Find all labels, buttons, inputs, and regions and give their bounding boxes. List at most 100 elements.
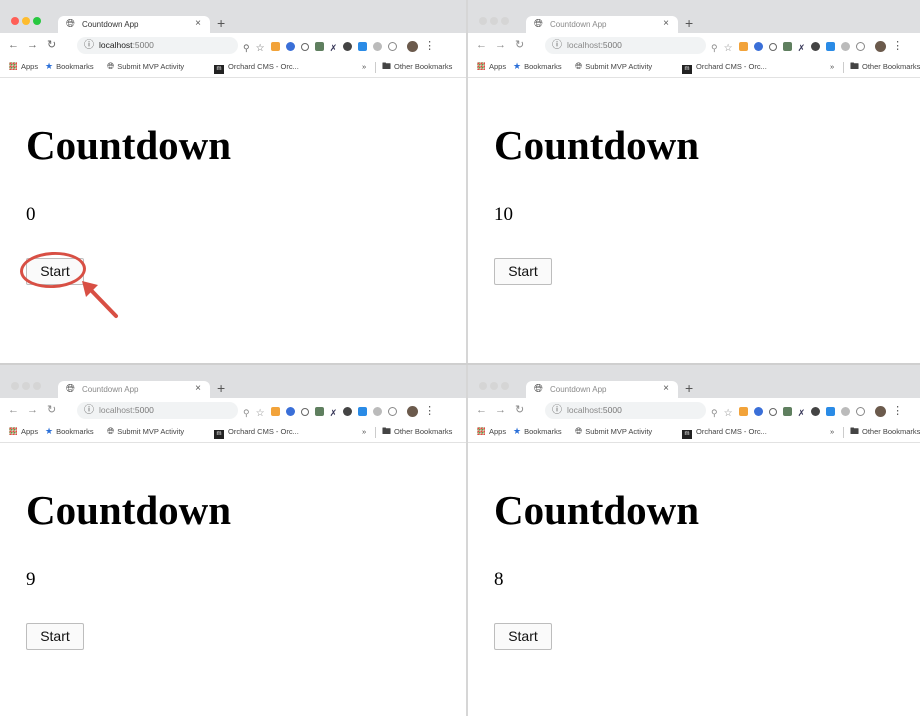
- more-menu-icon[interactable]: ⋮: [892, 40, 903, 53]
- close-icon[interactable]: ×: [663, 383, 669, 395]
- extension-icon[interactable]: [856, 42, 866, 52]
- extension-icon[interactable]: [358, 42, 368, 52]
- browser-tab[interactable]: 🌐︎ Countdown App ×: [58, 381, 210, 398]
- browser-tab[interactable]: 🌐︎ Countdown App ×: [526, 16, 678, 33]
- star-icon[interactable]: ☆: [256, 407, 265, 420]
- bookmark-orchard[interactable]: m Orchard CMS - Orc...: [214, 426, 299, 439]
- start-button[interactable]: Start: [494, 258, 552, 285]
- extension-icon[interactable]: [841, 407, 851, 417]
- extension-icon[interactable]: [753, 407, 763, 417]
- extension-icon[interactable]: [738, 407, 748, 417]
- new-tab-button[interactable]: +: [685, 15, 693, 32]
- more-menu-icon[interactable]: ⋮: [424, 405, 435, 418]
- extension-icon[interactable]: [826, 407, 836, 417]
- extension-icon[interactable]: [826, 42, 836, 52]
- new-tab-button[interactable]: +: [685, 380, 693, 397]
- minimize-window-button[interactable]: [490, 382, 498, 390]
- bookmark-bookmarks[interactable]: ★ Bookmarks: [513, 61, 562, 72]
- minimize-window-button[interactable]: [490, 17, 498, 25]
- more-menu-icon[interactable]: ⋮: [424, 40, 435, 53]
- info-icon[interactable]: ⓘ: [552, 39, 562, 52]
- reload-icon[interactable]: ↻: [515, 39, 524, 52]
- bookmark-orchard[interactable]: m Orchard CMS - Orc...: [682, 426, 767, 439]
- extension-icon[interactable]: [811, 42, 821, 52]
- bookmark-bookmarks[interactable]: ★ Bookmarks: [45, 61, 94, 72]
- address-bar[interactable]: ⓘ localhost:5000: [77, 37, 238, 54]
- star-icon[interactable]: ☆: [724, 42, 733, 55]
- info-icon[interactable]: ⓘ: [84, 404, 94, 417]
- forward-arrow-icon[interactable]: →: [27, 404, 38, 417]
- bookmark-other[interactable]: 🖿︎ Other Bookmarks: [850, 426, 920, 437]
- start-button[interactable]: Start: [494, 623, 552, 650]
- bookmark-bookmarks[interactable]: ★ Bookmarks: [513, 426, 562, 437]
- bookmark-orchard[interactable]: m Orchard CMS - Orc...: [214, 61, 299, 74]
- reload-icon[interactable]: ↻: [47, 404, 56, 417]
- bookmark-apps[interactable]: Apps: [9, 426, 38, 437]
- address-bar[interactable]: ⓘ localhost:5000: [545, 37, 706, 54]
- extension-icon[interactable]: [841, 42, 851, 52]
- bookmark-submit-mvp[interactable]: 🌐︎ Submit MVP Activity: [107, 61, 184, 72]
- zoom-icon[interactable]: ⚲: [243, 407, 250, 420]
- avatar[interactable]: [875, 41, 887, 53]
- back-arrow-icon[interactable]: ←: [8, 39, 19, 52]
- avatar[interactable]: [407, 41, 419, 53]
- close-icon[interactable]: ×: [195, 383, 201, 395]
- extension-icon[interactable]: [856, 407, 866, 417]
- extension-icon[interactable]: [358, 407, 368, 417]
- back-arrow-icon[interactable]: ←: [8, 404, 19, 417]
- zoom-icon[interactable]: ⚲: [711, 42, 718, 55]
- star-icon[interactable]: ☆: [256, 42, 265, 55]
- more-menu-icon[interactable]: ⋮: [892, 405, 903, 418]
- forward-arrow-icon[interactable]: →: [495, 404, 506, 417]
- extension-icon[interactable]: [314, 407, 324, 417]
- minimize-window-button[interactable]: [22, 17, 30, 25]
- maximize-window-button[interactable]: [501, 382, 509, 390]
- extension-icon[interactable]: [300, 407, 309, 416]
- maximize-window-button[interactable]: [33, 17, 41, 25]
- back-arrow-icon[interactable]: ←: [476, 39, 487, 52]
- browser-tab[interactable]: 🌐︎ Countdown App ×: [58, 16, 210, 33]
- extension-icon[interactable]: [782, 407, 792, 417]
- address-bar[interactable]: ⓘ localhost:5000: [545, 402, 706, 419]
- more-bookmarks-button[interactable]: »: [362, 61, 366, 72]
- more-bookmarks-button[interactable]: »: [830, 61, 834, 72]
- minimize-window-button[interactable]: [22, 382, 30, 390]
- close-window-button[interactable]: [479, 17, 487, 25]
- bookmark-apps[interactable]: Apps: [9, 61, 38, 72]
- more-bookmarks-button[interactable]: »: [830, 426, 834, 437]
- start-button[interactable]: Start: [26, 623, 84, 650]
- bookmark-submit-mvp[interactable]: 🌐︎ Submit MVP Activity: [575, 426, 652, 437]
- extension-icon[interactable]: [270, 407, 280, 417]
- extension-icon[interactable]: ✗: [798, 42, 806, 55]
- avatar[interactable]: [407, 406, 419, 418]
- new-tab-button[interactable]: +: [217, 380, 225, 397]
- extension-icon[interactable]: [811, 407, 821, 417]
- info-icon[interactable]: ⓘ: [84, 39, 94, 52]
- bookmark-orchard[interactable]: m Orchard CMS - Orc...: [682, 61, 767, 74]
- extension-icon[interactable]: [738, 42, 748, 52]
- extension-icon[interactable]: ✗: [330, 407, 338, 420]
- extension-icon[interactable]: ✗: [330, 42, 338, 55]
- browser-tab[interactable]: 🌐︎ Countdown App ×: [526, 381, 678, 398]
- extension-icon[interactable]: [388, 42, 398, 52]
- bookmark-submit-mvp[interactable]: 🌐︎ Submit MVP Activity: [575, 61, 652, 72]
- close-window-button[interactable]: [479, 382, 487, 390]
- bookmark-other[interactable]: 🖿︎ Other Bookmarks: [382, 426, 452, 437]
- extension-icon[interactable]: [343, 407, 353, 417]
- extension-icon[interactable]: [373, 407, 383, 417]
- extension-icon[interactable]: [270, 42, 280, 52]
- forward-arrow-icon[interactable]: →: [27, 39, 38, 52]
- extension-icon[interactable]: [300, 42, 309, 51]
- reload-icon[interactable]: ↻: [47, 39, 56, 52]
- extension-icon[interactable]: [285, 42, 295, 52]
- zoom-icon[interactable]: ⚲: [243, 42, 250, 55]
- info-icon[interactable]: ⓘ: [552, 404, 562, 417]
- close-window-button[interactable]: [11, 17, 19, 25]
- avatar[interactable]: [875, 406, 887, 418]
- zoom-icon[interactable]: ⚲: [711, 407, 718, 420]
- forward-arrow-icon[interactable]: →: [495, 39, 506, 52]
- bookmark-other[interactable]: 🖿︎ Other Bookmarks: [382, 61, 452, 72]
- extension-icon[interactable]: [768, 407, 777, 416]
- maximize-window-button[interactable]: [33, 382, 41, 390]
- reload-icon[interactable]: ↻: [515, 404, 524, 417]
